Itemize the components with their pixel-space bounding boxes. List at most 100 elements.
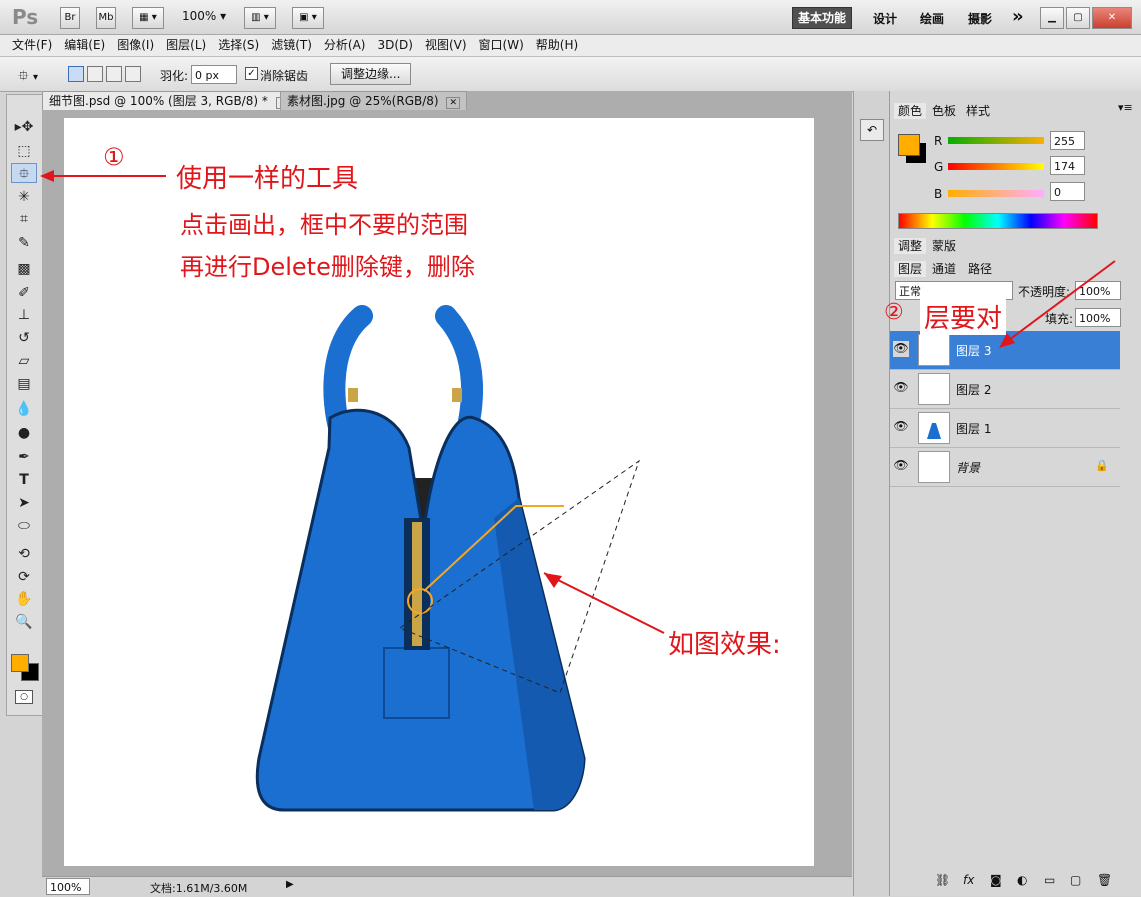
b-slider[interactable]	[948, 190, 1044, 197]
adjustment-layer-icon[interactable]: ◐	[1017, 873, 1027, 887]
tab-source-jpg[interactable]: 素材图.jpg @ 25%(RGB/8) ✕	[280, 91, 467, 110]
maximize-button[interactable]: ▢	[1066, 7, 1090, 29]
arrange-documents-button[interactable]: ▥ ▾	[244, 7, 276, 29]
g-input[interactable]: 174	[1050, 156, 1085, 175]
marquee-tool-icon[interactable]: ⬚	[11, 141, 37, 161]
menu-window[interactable]: 窗口(W)	[473, 35, 530, 56]
layer-thumbnail	[918, 412, 950, 444]
spot-heal-tool-icon[interactable]: ▩	[11, 259, 37, 279]
delete-layer-icon[interactable]: 🗑	[1097, 873, 1112, 887]
visibility-eye-icon[interactable]: 👁	[893, 458, 909, 474]
polygon-lasso-tool-icon[interactable]: ⯐	[11, 163, 37, 183]
quick-mask-icon[interactable]: ○	[15, 690, 33, 704]
screen-mode-button[interactable]: ▣ ▾	[292, 7, 324, 29]
b-input[interactable]: 0	[1050, 182, 1085, 201]
workspace-photo[interactable]: 摄影	[968, 10, 992, 27]
maximize-icon: ▢	[1073, 12, 1083, 23]
r-slider[interactable]	[948, 137, 1044, 144]
group-icon[interactable]: ▭	[1044, 873, 1055, 887]
more-workspaces-icon[interactable]: »	[1012, 6, 1024, 27]
menu-help[interactable]: 帮助(H)	[530, 35, 584, 56]
zoom-level-dropdown[interactable]: 100% ▾	[182, 9, 226, 23]
crop-tool-icon[interactable]: ⌗	[11, 209, 37, 229]
menu-file[interactable]: 文件(F)	[6, 35, 58, 56]
magic-wand-tool-icon[interactable]: ✳	[11, 187, 37, 207]
menu-layer[interactable]: 图层(L)	[160, 35, 212, 56]
workspace-paint[interactable]: 绘画	[920, 10, 944, 27]
menu-image[interactable]: 图像(I)	[111, 35, 160, 56]
tab-masks[interactable]: 蒙版	[928, 238, 960, 254]
mask-icon[interactable]: ◙	[990, 873, 1002, 887]
gradient-tool-icon[interactable]: ▤	[11, 374, 37, 394]
blur-tool-icon[interactable]: 💧	[11, 399, 37, 419]
menu-select[interactable]: 选择(S)	[212, 35, 265, 56]
tab-adjustments[interactable]: 调整	[894, 238, 927, 254]
menu-view[interactable]: 视图(V)	[419, 35, 473, 56]
brush-tool-icon[interactable]: ✐	[11, 283, 37, 303]
foreground-swatch[interactable]	[11, 654, 29, 672]
g-slider[interactable]	[948, 163, 1044, 170]
color-spectrum[interactable]	[898, 213, 1098, 229]
move-tool-icon[interactable]: ▸✥	[11, 117, 37, 137]
tab-swatches[interactable]: 色板	[928, 103, 960, 119]
tab-layers[interactable]: 图层	[894, 261, 927, 277]
history-panel-icon[interactable]: ↶	[860, 119, 884, 141]
3d-rotate-tool-icon[interactable]: ⟲	[11, 544, 37, 564]
color-fg-chip[interactable]	[898, 134, 920, 156]
clone-stamp-tool-icon[interactable]: ⊥	[11, 305, 37, 325]
antialias-checkbox[interactable]: ✓	[245, 67, 258, 80]
zoom-input[interactable]: 100%	[46, 878, 90, 895]
add-selection-button[interactable]	[87, 66, 103, 82]
tab-channels[interactable]: 通道	[928, 261, 960, 277]
hand-tool-icon[interactable]: ✋	[11, 589, 37, 609]
feather-input[interactable]: 0 px	[191, 65, 237, 84]
menu-edit[interactable]: 编辑(E)	[58, 35, 111, 56]
layer-row-background[interactable]: 👁 背景 🔒	[890, 448, 1120, 487]
subtract-selection-button[interactable]	[106, 66, 122, 82]
tab-color[interactable]: 颜色	[894, 103, 927, 119]
layers-footer: ⛓ fx ◙ ◐ ▭ ▢ 🗑	[930, 873, 1130, 889]
fx-icon[interactable]: fx	[963, 873, 974, 887]
tab-detail-psd[interactable]: 细节图.psd @ 100% (图层 3, RGB/8) * ✕	[42, 91, 297, 110]
layer-row-1[interactable]: 👁 图层 1	[890, 409, 1120, 448]
layer-row-2[interactable]: 👁 图层 2	[890, 370, 1120, 409]
dodge-tool-icon[interactable]: ●	[11, 423, 37, 443]
layer-thumbnail	[918, 451, 950, 483]
visibility-eye-icon[interactable]: 👁	[893, 419, 909, 435]
tab-paths[interactable]: 路径	[964, 261, 996, 277]
r-input[interactable]: 255	[1050, 131, 1085, 150]
3d-orbit-tool-icon[interactable]: ⟳	[11, 567, 37, 587]
status-menu-arrow-icon[interactable]: ▶	[286, 879, 294, 890]
menu-3d[interactable]: 3D(D)	[371, 35, 418, 56]
refine-edge-button[interactable]: 调整边缘...	[330, 63, 412, 85]
pen-tool-icon[interactable]: ✒	[11, 447, 37, 467]
arrange-icon: ▥ ▾	[251, 12, 269, 23]
new-selection-button[interactable]	[68, 66, 84, 82]
menu-analysis[interactable]: 分析(A)	[318, 35, 372, 56]
bridge-button[interactable]: Br	[60, 7, 80, 29]
intersect-selection-button[interactable]	[125, 66, 141, 82]
view-extras-button[interactable]: ▦ ▾	[132, 7, 164, 29]
type-tool-icon[interactable]: T	[11, 470, 37, 490]
tab-styles[interactable]: 样式	[962, 103, 994, 119]
eyedropper-tool-icon[interactable]: ✎	[11, 233, 37, 253]
path-select-tool-icon[interactable]: ➤	[11, 493, 37, 513]
eraser-tool-icon[interactable]: ▱	[11, 351, 37, 371]
visibility-eye-icon[interactable]: 👁	[893, 380, 909, 396]
new-layer-icon[interactable]: ▢	[1070, 873, 1081, 887]
workspace-basic[interactable]: 基本功能	[792, 7, 853, 29]
panel-menu-icon[interactable]: ▾≡	[1118, 101, 1133, 114]
minimize-button[interactable]: ▁	[1040, 7, 1064, 29]
visibility-eye-icon[interactable]: 👁	[893, 341, 909, 357]
menu-filter[interactable]: 滤镜(T)	[265, 35, 318, 56]
mini-bridge-button[interactable]: Mb	[96, 7, 116, 29]
link-layers-icon[interactable]: ⛓	[935, 873, 950, 887]
history-brush-tool-icon[interactable]: ↺	[11, 328, 37, 348]
close-tab-icon[interactable]: ✕	[446, 97, 460, 109]
tool-preset-picker[interactable]: ⯐ ▾	[18, 65, 38, 89]
layer-thumbnail	[918, 373, 950, 405]
close-button[interactable]: ✕	[1092, 7, 1132, 29]
zoom-tool-icon[interactable]: 🔍	[11, 612, 37, 632]
shape-tool-icon[interactable]: ⬭	[11, 516, 37, 536]
workspace-design[interactable]: 设计	[873, 10, 897, 27]
